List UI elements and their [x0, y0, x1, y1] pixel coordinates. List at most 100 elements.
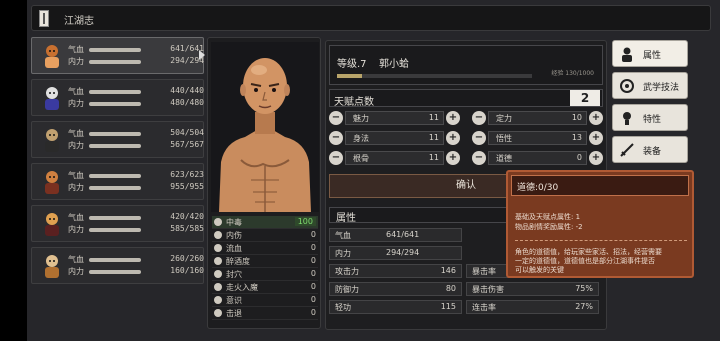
hp-label: 气血: [68, 255, 84, 264]
status-row: 醉酒度 0: [212, 255, 318, 268]
prop-value: 115: [440, 302, 456, 311]
mp-value: 955/955: [170, 182, 204, 191]
avatar: [38, 42, 66, 70]
prop-name: 轻功: [335, 303, 351, 312]
hp-bar: [89, 48, 141, 52]
increase-button[interactable]: +: [589, 131, 603, 145]
prop-name: 暴击率: [472, 267, 496, 276]
journal-icon[interactable]: [39, 10, 49, 27]
party-member[interactable]: 气血 440/440 内力 480/480: [31, 79, 204, 116]
prop-row: 防御力 80: [329, 282, 462, 296]
character-portrait: [211, 42, 319, 212]
mp-label: 内力: [68, 225, 84, 234]
prop-hp-value: 641/641: [386, 230, 420, 239]
trait-icon: [619, 110, 635, 126]
tooltip-line: 基础及天赋点属性: 1: [515, 213, 581, 221]
status-name: 封穴: [226, 270, 242, 279]
mp-label: 内力: [68, 99, 84, 108]
decrease-button[interactable]: −: [329, 111, 343, 125]
decrease-button[interactable]: −: [472, 111, 486, 125]
increase-button[interactable]: +: [589, 151, 603, 165]
talent-points-row: 天赋点数 2: [329, 89, 603, 108]
hp-bar: [89, 132, 141, 136]
status-icon: [214, 309, 222, 317]
attribute-row: − 魅力 11 +: [329, 111, 462, 125]
prop-hp-label: 气血: [335, 231, 351, 240]
increase-button[interactable]: +: [446, 111, 460, 125]
increase-button[interactable]: +: [446, 131, 460, 145]
person-icon: [619, 46, 635, 62]
status-icon: [214, 270, 222, 278]
increase-button[interactable]: +: [446, 151, 460, 165]
mp-label: 内力: [68, 183, 84, 192]
attribute-name: 悟性: [496, 134, 512, 143]
attribute-name: 定力: [496, 114, 512, 123]
mp-bar: [89, 270, 141, 274]
attribute-row: − 道德 0 +: [472, 151, 605, 165]
status-row: 封穴 0: [212, 268, 318, 281]
prop-name: 连击率: [472, 303, 496, 312]
menu-button[interactable]: 特性: [612, 104, 688, 131]
status-effects-list: 中毒 100 内伤 0 流血 0 醉酒度 0 封穴 0 走火入魔 0 意识 0 击退 0: [212, 216, 318, 320]
increase-button[interactable]: +: [589, 111, 603, 125]
decrease-button[interactable]: −: [472, 131, 486, 145]
party-member[interactable]: 气血 504/504 内力 567/567: [31, 121, 204, 158]
party-list: 气血 641/641 内力 294/294 气血 440/440 内力 480/480 气血 50…: [31, 37, 204, 289]
hp-bar: [89, 174, 141, 178]
status-value: 0: [310, 308, 316, 317]
prop-value: 80: [445, 284, 456, 293]
party-member[interactable]: 气血 260/260 内力 160/160: [31, 247, 204, 284]
status-name: 走火入魔: [226, 283, 258, 292]
mp-bar: [89, 228, 141, 232]
attribute-box: 身法 11: [345, 131, 444, 145]
attribute-name: 身法: [353, 134, 369, 143]
attribute-box: 定力 10: [488, 111, 587, 125]
party-member[interactable]: 气血 420/420 内力 585/585: [31, 205, 204, 242]
decrease-button[interactable]: −: [329, 151, 343, 165]
hp-label: 气血: [68, 129, 84, 138]
hp-label: 气血: [68, 171, 84, 180]
status-icon: [214, 296, 222, 304]
attribute-box: 悟性 13: [488, 131, 587, 145]
mp-label: 内力: [68, 267, 84, 276]
decrease-button[interactable]: −: [472, 151, 486, 165]
status-icon: [214, 244, 222, 252]
hp-value: 504/504: [170, 128, 204, 137]
exp-label: 经验 130/1000: [551, 70, 594, 77]
hp-label: 气血: [68, 213, 84, 222]
attribute-row: − 悟性 13 +: [472, 131, 605, 145]
tooltip-line: 物品剧情奖励属性: -2: [515, 223, 583, 231]
avatar: [38, 84, 66, 112]
prop-name: 暴击伤害: [472, 285, 504, 294]
attribute-box: 魅力 11: [345, 111, 444, 125]
menu-button[interactable]: 属性: [612, 40, 688, 67]
attribute-row: − 身法 11 +: [329, 131, 462, 145]
hp-value: 420/420: [170, 212, 204, 221]
attribute-box: 根骨 11: [345, 151, 444, 165]
status-row: 内伤 0: [212, 229, 318, 242]
status-name: 中毒: [226, 218, 242, 227]
hp-value: 641/641: [170, 44, 204, 53]
mp-bar: [89, 60, 141, 64]
martial-arts-icon: [619, 78, 635, 94]
hp-bar: [89, 90, 141, 94]
status-name: 醉酒度: [226, 257, 250, 266]
attribute-name: 魅力: [353, 114, 369, 123]
avatar: [38, 168, 66, 196]
status-name: 意识: [226, 296, 242, 305]
hp-bar: [89, 258, 141, 262]
hp-bar: [89, 216, 141, 220]
status-icon: [214, 231, 222, 239]
party-member[interactable]: 气血 641/641 内力 294/294: [31, 37, 204, 74]
prop-value: 27%: [575, 302, 593, 311]
decrease-button[interactable]: −: [329, 131, 343, 145]
mp-value: 567/567: [170, 140, 204, 149]
tooltip-line: 可以触发的关键: [515, 266, 564, 274]
prop-row: 暴击伤害 75%: [466, 282, 599, 296]
status-name: 内伤: [226, 231, 242, 240]
prop-mp-label: 内力: [335, 249, 351, 258]
menu-button[interactable]: 武学技法: [612, 72, 688, 99]
party-member[interactable]: 气血 623/623 内力 955/955: [31, 163, 204, 200]
mp-bar: [89, 144, 141, 148]
menu-button[interactable]: 装备: [612, 136, 688, 163]
